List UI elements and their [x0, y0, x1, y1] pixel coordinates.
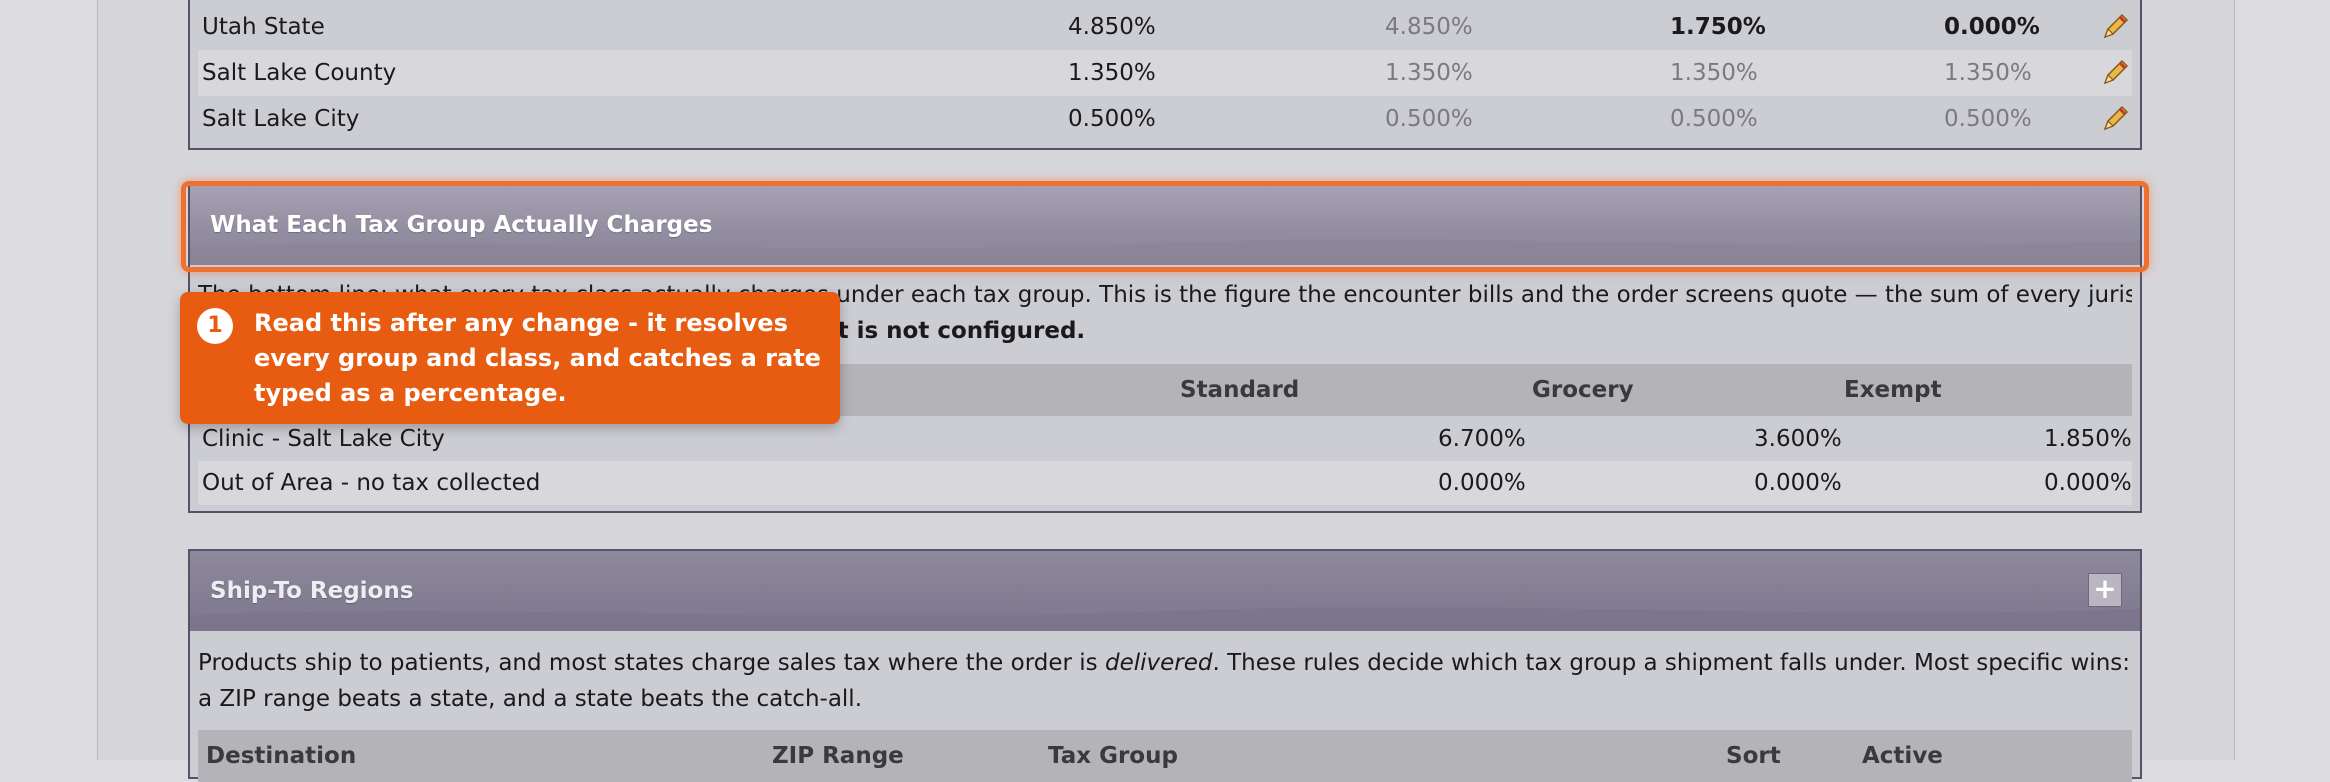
table-row: Out of Area - no tax collected 0.000% 0.… — [198, 461, 2132, 505]
rate-cell: 1.350% — [1385, 60, 1473, 86]
pencil-icon[interactable] — [2100, 12, 2130, 42]
table-header: Destination ZIP Range Tax Group Sort Act… — [198, 730, 2132, 782]
table-row: Salt Lake County 1.350% 1.350% 1.350% 1.… — [198, 50, 2132, 96]
column-header: Grocery — [1532, 377, 1634, 403]
step-number-badge: 1 — [197, 308, 233, 344]
pencil-icon[interactable] — [2100, 58, 2130, 88]
column-header[interactable]: Active — [1862, 730, 1943, 782]
rate-cell: 0.000% — [1944, 14, 2040, 40]
column-header[interactable]: Destination — [206, 730, 356, 782]
pencil-icon[interactable] — [2100, 104, 2130, 134]
table-row: Salt Lake City 0.500% 0.500% 0.500% 0.50… — [198, 96, 2132, 142]
rate-cell: 0.500% — [1670, 106, 1758, 132]
jurisdictions-table: Utah State 4.850% 4.850% 1.750% 0.000% S… — [188, 0, 2142, 150]
rate-cell: 4.850% — [1385, 14, 1473, 40]
column-header[interactable]: ZIP Range — [772, 730, 904, 782]
header-wave-decoration — [190, 607, 2140, 631]
rate-cell: 0.500% — [1385, 106, 1473, 132]
rate-cell: 1.350% — [1068, 60, 1156, 86]
panel-title: What Each Tax Group Actually Charges — [210, 212, 713, 238]
panel-header[interactable]: Ship-To Regions + — [190, 551, 2140, 631]
rate-cell: 3.600% — [1754, 426, 1842, 452]
panel-description: Products ship to patients, and most stat… — [198, 645, 2132, 717]
rate-cell: 1.750% — [1670, 14, 1766, 40]
jurisdiction-name: Salt Lake City — [202, 106, 360, 132]
callout-text: Read this after any change - it resolves… — [254, 309, 821, 407]
group-name: Out of Area - no tax collected — [202, 470, 541, 496]
rate-cell: 0.000% — [1754, 470, 1842, 496]
rate-cell: 4.850% — [1068, 14, 1156, 40]
expand-button[interactable]: + — [2088, 573, 2122, 607]
column-header[interactable]: Tax Group — [1048, 730, 1178, 782]
rate-cell: 0.500% — [1944, 106, 2032, 132]
rate-cell: 1.350% — [1670, 60, 1758, 86]
description-text: Products ship to patients, and most stat… — [198, 650, 1105, 676]
ship-to-panel: Ship-To Regions + Products ship to patie… — [188, 549, 2142, 782]
jurisdiction-name: Salt Lake County — [202, 60, 397, 86]
column-header: Exempt — [1844, 377, 1942, 403]
rate-cell: 0.500% — [1068, 106, 1156, 132]
rate-cell: 1.850% — [2044, 426, 2132, 452]
panel-title: Ship-To Regions — [210, 578, 414, 604]
panel-header: What Each Tax Group Actually Charges — [190, 185, 2140, 265]
rate-cell: 1.350% — [1944, 60, 2032, 86]
table-row: Utah State 4.850% 4.850% 1.750% 0.000% — [198, 4, 2132, 50]
rate-cell: 0.000% — [1438, 470, 1526, 496]
rate-cell: 0.000% — [2044, 470, 2132, 496]
description-emphasis: delivered — [1104, 650, 1213, 676]
jurisdiction-name: Utah State — [202, 14, 325, 40]
column-header[interactable]: Sort — [1726, 730, 1781, 782]
rate-cell: 6.700% — [1438, 426, 1526, 452]
tutorial-callout: 1 Read this after any change - it resolv… — [180, 292, 840, 424]
column-header: Standard — [1180, 377, 1300, 403]
